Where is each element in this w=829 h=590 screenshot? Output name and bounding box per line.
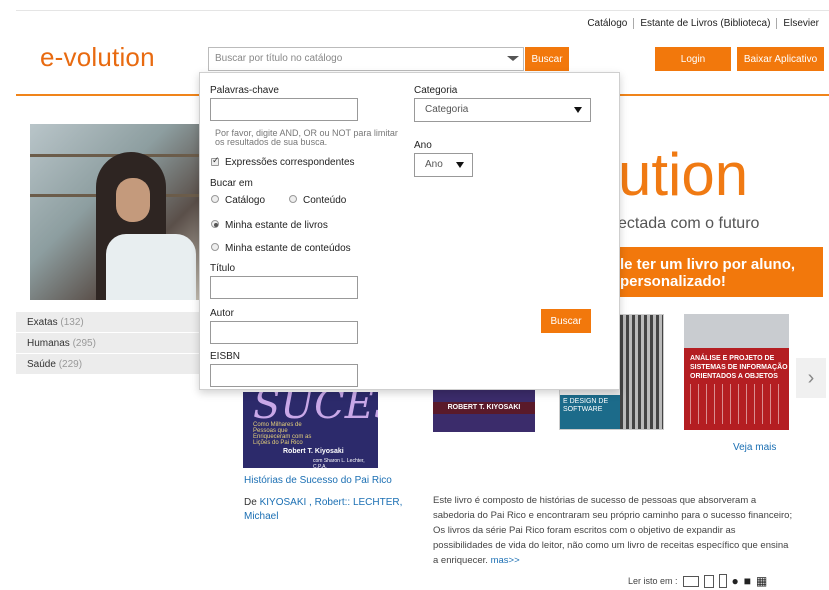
hero-band-line1: le ter um livro por aluno, — [620, 256, 796, 273]
title-label: Título — [210, 263, 236, 274]
book-author-band: ROBERT T. KIYOSAKI — [433, 402, 535, 414]
matching-checkbox[interactable] — [211, 155, 220, 166]
chevron-down-icon — [456, 162, 464, 168]
year-label: Ano — [414, 140, 432, 151]
keywords-label: Palavras-chave — [210, 85, 279, 96]
category-label: Saúde — [27, 359, 56, 370]
radio-catalog-label: Catálogo — [225, 195, 266, 206]
book-author: De KIYOSAKI , Robert:: LECHTER, Michael — [244, 496, 404, 524]
student-face — [116, 178, 150, 222]
read-on-label: Ler isto em : — [628, 576, 678, 586]
top-link-bookshelf[interactable]: Estante de Livros (Biblioteca) — [633, 18, 776, 29]
apple-icon[interactable]: ● — [732, 574, 739, 588]
description-text: Este livro é composto de histórias de su… — [433, 495, 793, 566]
windows-icon[interactable]: ▦ — [756, 574, 767, 588]
search-in-label: Bucar em — [210, 178, 253, 189]
eisbn-label: EISBN — [210, 351, 241, 362]
tablet-icon[interactable] — [703, 574, 714, 588]
category-count: (229) — [58, 359, 83, 370]
cover-pattern — [690, 384, 780, 424]
top-link-elsevier[interactable]: Elsevier — [776, 18, 825, 29]
hero-band-line2: personalizado! — [620, 273, 726, 290]
radio-catalog[interactable] — [211, 195, 219, 203]
hero-subtitle: ectada com o futuro — [618, 215, 760, 232]
cover-band: E DESIGN DE SOFTWARE — [560, 395, 620, 429]
chevron-down-icon — [574, 107, 582, 113]
category-label: Exatas — [27, 317, 58, 328]
keywords-input[interactable] — [210, 98, 358, 121]
phone-icon[interactable] — [718, 574, 727, 588]
chevron-down-icon[interactable] — [507, 56, 519, 61]
author-label: Autor — [210, 308, 234, 319]
top-divider — [16, 10, 829, 11]
cover-coauthor: com Sharon L. Lechter, C.P.A. — [313, 458, 365, 468]
radio-content[interactable] — [289, 195, 297, 203]
top-link-catalog[interactable]: Catálogo — [581, 18, 633, 29]
matching-label: Expressões correspondentes — [225, 157, 355, 168]
radio-content-label: Conteúdo — [303, 195, 347, 206]
cover-text: Como Milhares de Pessoas que Enriquecera… — [253, 422, 312, 446]
hero-big-text: ution — [618, 141, 749, 208]
author-prefix: De — [244, 497, 257, 508]
author-input[interactable] — [210, 321, 358, 344]
eisbn-input[interactable] — [210, 364, 358, 387]
radio-my-content-label: Minha estante de conteúdos — [225, 243, 351, 254]
year-select[interactable]: Ano — [414, 153, 473, 177]
category-count: (132) — [60, 317, 84, 328]
read-on-devices: Ler isto em : ● ■ ▦ — [628, 574, 767, 588]
category-item-humanas[interactable]: Humanas (295) — [16, 333, 200, 354]
category-item-saude[interactable]: Saúde (229) — [16, 354, 200, 375]
cover-top — [684, 314, 789, 348]
more-link[interactable]: mas>> — [491, 555, 520, 566]
student-shirt — [106, 234, 196, 300]
radio-my-content[interactable] — [211, 243, 219, 251]
cover-image — [620, 315, 663, 429]
hero-photo — [30, 124, 202, 300]
author-link[interactable]: KIYOSAKI , Robert:: LECHTER, Michael — [244, 497, 402, 522]
category-list: Exatas (132) Humanas (295) Saúde (229) — [16, 312, 200, 375]
download-app-button[interactable]: Baixar Aplicativo — [737, 47, 824, 71]
year-select-value: Ano — [425, 159, 443, 170]
logo[interactable]: e-volution — [40, 42, 155, 73]
featured-book-cover[interactable]: SUCESSO Como Milhares de Pessoas que Enr… — [243, 392, 378, 468]
book-title-link[interactable]: Histórias de Sucesso do Pai Rico — [244, 475, 392, 486]
desktop-icon[interactable] — [682, 575, 699, 587]
category-select[interactable]: Categoria — [414, 98, 591, 122]
category-select-value: Categoria — [425, 104, 469, 115]
search-button[interactable]: Buscar — [525, 47, 569, 71]
top-links: Catálogo Estante de Livros (Biblioteca) … — [581, 18, 825, 29]
category-label: Humanas — [27, 338, 70, 349]
login-button[interactable]: Login — [655, 47, 731, 71]
keywords-hint: Por favor, digite AND, OR ou NOT para li… — [215, 128, 398, 147]
cover-title: ANÁLISE E PROJETO DE SISTEMAS DE INFORMA… — [690, 355, 788, 380]
search-input[interactable]: Buscar por título no catálogo — [208, 47, 524, 71]
radio-my-books-label: Minha estante de livros — [225, 220, 328, 231]
category-count: (295) — [72, 338, 96, 349]
android-icon[interactable]: ■ — [744, 574, 751, 588]
title-input[interactable] — [210, 276, 358, 299]
advanced-search-button[interactable]: Buscar — [541, 309, 591, 333]
advanced-search-panel: Palavras-chave Por favor, digite AND, OR… — [199, 72, 620, 390]
see-more-link[interactable]: Veja mais — [733, 442, 776, 453]
category-item-exatas[interactable]: Exatas (132) — [16, 312, 200, 333]
category-label: Categoria — [414, 85, 458, 96]
radio-my-books[interactable] — [211, 220, 219, 228]
book-description: Este livro é composto de histórias de su… — [433, 493, 793, 568]
carousel-book-4[interactable]: ANÁLISE E PROJETO DE SISTEMAS DE INFORMA… — [684, 314, 789, 430]
carousel-next-button[interactable]: › — [796, 358, 826, 398]
hero-band: le ter um livro por aluno, personalizado… — [618, 247, 823, 297]
carousel-book-2[interactable]: ROBERT T. KIYOSAKI — [433, 390, 535, 432]
cover-author: Robert T. Kiyosaki — [283, 448, 344, 455]
